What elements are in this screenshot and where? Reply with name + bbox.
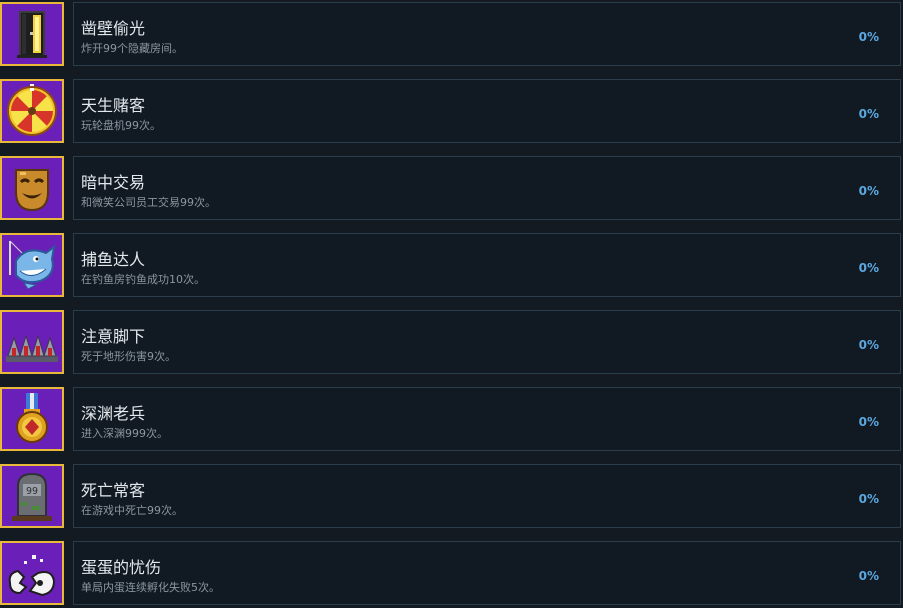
achievement-card[interactable]: 捕鱼达人 在钓鱼房钓鱼成功10次。 0% <box>73 233 901 297</box>
medal-icon <box>16 393 48 443</box>
achievement-icon-frame <box>0 387 64 451</box>
achievement-title: 深渊老兵 <box>81 404 146 423</box>
achievement-description: 死于地形伤害9次。 <box>81 350 176 363</box>
achievement-title: 暗中交易 <box>81 173 146 192</box>
achievement-title: 凿壁偷光 <box>81 19 146 38</box>
achievement-description: 玩轮盘机99次。 <box>81 119 161 132</box>
achievement-row: 蛋蛋的忧伤 单局内蛋连续孵化失败5次。 0% <box>0 541 903 607</box>
achievement-description: 在钓鱼房钓鱼成功10次。 <box>81 273 205 286</box>
achievement-card[interactable]: 天生赌客 玩轮盘机99次。 0% <box>73 79 901 143</box>
achievement-title: 注意脚下 <box>81 327 146 346</box>
achievement-description: 单局内蛋连续孵化失败5次。 <box>81 581 220 594</box>
gravestone-icon: 99 <box>12 472 52 521</box>
achievement-card[interactable]: 凿壁偷光 炸开99个隐藏房间。 0% <box>73 2 901 66</box>
achievement-progress: 0% <box>858 492 879 506</box>
achievement-progress: 0% <box>858 415 879 429</box>
achievement-progress: 0% <box>858 261 879 275</box>
achievement-row: 注意脚下 死于地形伤害9次。 0% <box>0 310 903 376</box>
achievement-card[interactable]: 注意脚下 死于地形伤害9次。 0% <box>73 310 901 374</box>
achievement-row: 深渊老兵 进入深渊999次。 0% <box>0 387 903 453</box>
achievement-row: 暗中交易 和微笑公司员工交易99次。 0% <box>0 156 903 222</box>
roulette-wheel-icon <box>7 84 57 136</box>
achievement-card[interactable]: 深渊老兵 进入深渊999次。 0% <box>73 387 901 451</box>
door-icon <box>17 11 47 58</box>
achievement-icon-frame <box>0 2 64 66</box>
achievement-progress: 0% <box>858 184 879 198</box>
svg-text:99: 99 <box>26 486 38 497</box>
broken-egg-icon <box>8 555 56 597</box>
achievement-row: 天生赌客 玩轮盘机99次。 0% <box>0 79 903 145</box>
achievement-description: 和微笑公司员工交易99次。 <box>81 196 216 209</box>
achievement-description: 在游戏中死亡99次。 <box>81 504 183 517</box>
smiling-mask-icon <box>15 169 49 212</box>
achievement-title: 死亡常客 <box>81 481 146 500</box>
achievement-progress: 0% <box>858 107 879 121</box>
achievement-description: 进入深渊999次。 <box>81 427 168 440</box>
floor-spikes-icon <box>6 334 58 362</box>
achievement-progress: 0% <box>858 338 879 352</box>
achievement-title: 捕鱼达人 <box>81 250 146 269</box>
achievement-icon-frame <box>0 541 64 605</box>
achievement-row: 捕鱼达人 在钓鱼房钓鱼成功10次。 0% <box>0 233 903 299</box>
achievement-title: 天生赌客 <box>81 96 146 115</box>
achievement-title: 蛋蛋的忧伤 <box>81 558 162 577</box>
achievement-card[interactable]: 死亡常客 在游戏中死亡99次。 0% <box>73 464 901 528</box>
achievement-row: 凿壁偷光 炸开99个隐藏房间。 0% <box>0 2 903 68</box>
achievement-card[interactable]: 暗中交易 和微笑公司员工交易99次。 0% <box>73 156 901 220</box>
achievement-progress: 0% <box>858 30 879 44</box>
achievement-row: 99 死亡常客 在游戏中死亡99次。 0% <box>0 464 903 530</box>
achievement-icon-frame <box>0 79 64 143</box>
achievement-icon-frame <box>0 156 64 220</box>
achievement-icon-frame <box>0 233 64 297</box>
achievement-card[interactable]: 蛋蛋的忧伤 单局内蛋连续孵化失败5次。 0% <box>73 541 901 605</box>
achievement-icon-frame: 99 <box>0 464 64 528</box>
achievement-icon-frame <box>0 310 64 374</box>
shark-fishing-icon <box>9 240 56 290</box>
achievement-progress: 0% <box>858 569 879 583</box>
achievement-description: 炸开99个隐藏房间。 <box>81 42 183 55</box>
